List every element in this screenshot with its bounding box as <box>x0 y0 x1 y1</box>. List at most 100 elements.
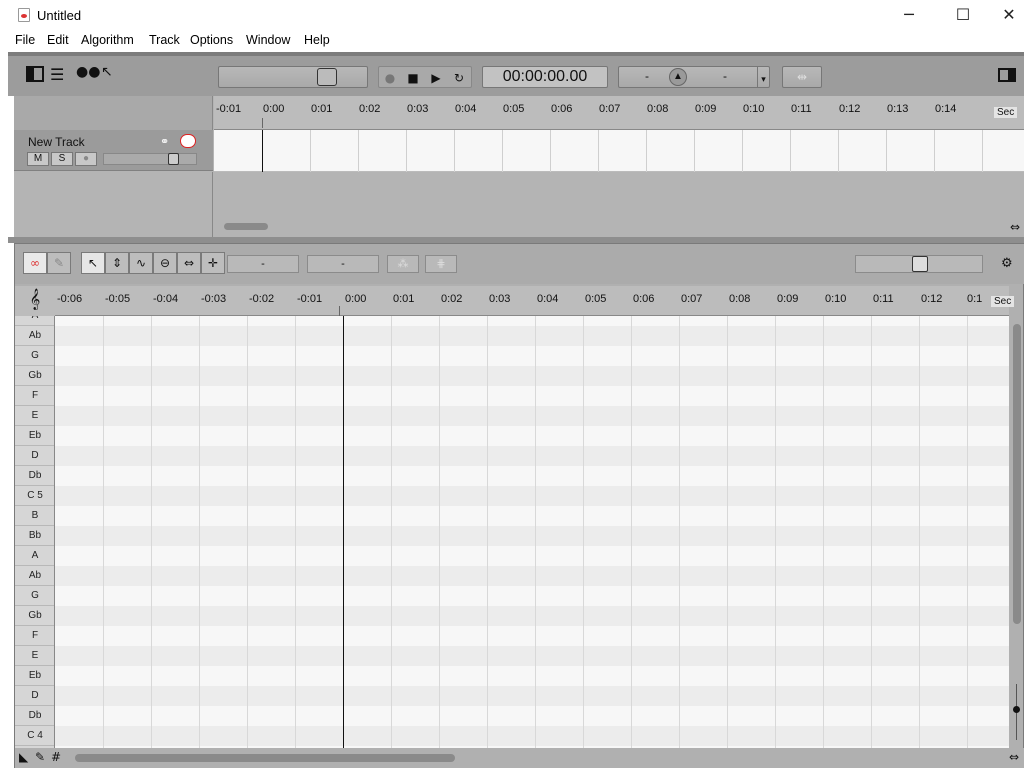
pitch-control[interactable]: - ▲ - ▾ <box>618 66 770 88</box>
editor-horizontal-scrollbar[interactable] <box>75 754 455 762</box>
key-label[interactable]: Db <box>15 706 54 726</box>
key-label[interactable]: Gb <box>15 366 54 386</box>
instrument-icon[interactable]: ∞ <box>23 252 47 274</box>
menu-edit[interactable]: Edit <box>47 33 69 47</box>
volume-slider[interactable] <box>218 66 368 88</box>
menu-file[interactable]: File <box>15 33 35 47</box>
track-volume-thumb[interactable] <box>168 153 179 165</box>
key-label[interactable]: C 4 <box>15 726 54 746</box>
track-list-empty-area <box>14 172 213 237</box>
grid-column-line <box>487 316 488 748</box>
grid-line <box>934 130 935 172</box>
editor-field-right[interactable]: - <box>307 255 379 273</box>
vertical-zoom-thumb[interactable] <box>1013 706 1020 713</box>
time-stretch-tool-icon[interactable]: ⇔ <box>177 252 201 274</box>
editor-field-left[interactable]: - <box>227 255 299 273</box>
key-label[interactable]: Bb <box>15 526 54 546</box>
tracks-panel: -0:01 0:00 0:01 0:02 0:03 0:04 0:05 0:06… <box>14 96 1024 237</box>
mixer-icon[interactable]: ☰ <box>50 65 64 84</box>
track-record-arm-button[interactable]: ● <box>75 152 97 166</box>
pointer-tool-icon[interactable]: ↖ <box>81 252 105 274</box>
key-label[interactable]: Ab <box>15 326 54 346</box>
menu-help[interactable]: Help <box>304 33 330 47</box>
menu-algorithm[interactable]: Algorithm <box>81 33 134 47</box>
track-volume-slider[interactable] <box>103 153 197 165</box>
volume-slider-thumb[interactable] <box>317 68 337 86</box>
maximize-button[interactable]: ☐ <box>940 0 986 30</box>
ruler-label: 0:05 <box>503 103 525 115</box>
track-instrument-icon[interactable] <box>180 134 196 148</box>
key-label[interactable]: C 5 <box>15 486 54 506</box>
editor-zoom-thumb[interactable] <box>912 256 928 272</box>
key-label[interactable]: Ab <box>15 566 54 586</box>
key-label[interactable]: B <box>15 506 54 526</box>
formant-tool-icon[interactable]: ⊖ <box>153 252 177 274</box>
note-grid[interactable] <box>55 316 1009 748</box>
vertical-zoom-slider[interactable] <box>1012 684 1022 744</box>
key-label[interactable]: E <box>15 406 54 426</box>
menu-window[interactable]: Window <box>246 33 290 47</box>
key-label[interactable]: Db <box>15 466 54 486</box>
treble-clef-icon[interactable]: 𝄞 <box>15 286 55 316</box>
key-label[interactable]: A <box>15 546 54 566</box>
key-label[interactable]: F <box>15 626 54 646</box>
record-button[interactable]: ● <box>379 69 401 87</box>
stop-button[interactable]: ■ <box>402 69 424 87</box>
key-label[interactable]: Eb <box>15 666 54 686</box>
pencil-mode-icon[interactable]: ✎ <box>35 750 45 764</box>
key-label[interactable]: G <box>15 346 54 366</box>
wrench-icon[interactable]: ✎ <box>47 252 71 274</box>
key-label[interactable]: Gb <box>15 606 54 626</box>
ruler-unit-label[interactable]: Sec <box>994 107 1018 118</box>
minimize-button[interactable]: ─ <box>886 0 932 30</box>
ruler-label: 0:13 <box>887 103 909 115</box>
ruler-label: 0:00 <box>263 103 285 115</box>
editor-zoom-handle-icon[interactable]: ⇔ <box>1009 750 1019 764</box>
key-label[interactable]: G <box>15 586 54 606</box>
menu-track[interactable]: Track <box>149 33 180 47</box>
mute-button[interactable]: M <box>27 152 49 166</box>
track-link-icon[interactable]: ⚭ <box>160 135 169 148</box>
key-label[interactable]: Eb <box>15 426 54 446</box>
amplitude-tool-icon[interactable]: ∿ <box>129 252 153 274</box>
blob-tool-icon[interactable]: ●● <box>76 64 100 80</box>
time-display: 00:00:00.00 <box>482 66 608 88</box>
tracks-horizontal-scrollbar[interactable] <box>224 223 268 230</box>
settings-gear-icon[interactable]: ⚙ <box>1001 256 1013 271</box>
play-button[interactable]: ▶ <box>425 69 447 87</box>
ruler-label: 0:06 <box>551 103 573 115</box>
top-time-ruler[interactable]: -0:01 0:00 0:01 0:02 0:03 0:04 0:05 0:06… <box>214 96 1024 130</box>
pitch-dropdown-icon[interactable]: ▾ <box>757 67 769 87</box>
pitch-tool-icon[interactable]: ⇕ <box>105 252 129 274</box>
menu-options[interactable]: Options <box>190 33 233 47</box>
grid-mode-icon[interactable]: # <box>51 750 61 764</box>
key-label[interactable]: F <box>15 386 54 406</box>
track-header-row[interactable]: New Track ⚭ M S ● <box>14 130 213 171</box>
editor-time-ruler[interactable]: -0:06 -0:05 -0:04 -0:03 -0:02 -0:01 0:00… <box>55 286 1009 316</box>
split-tool-icon[interactable]: ✛ <box>201 252 225 274</box>
editor-ruler-label: -0:02 <box>249 293 275 305</box>
key-label[interactable]: A <box>15 316 54 326</box>
editor-ruler-label: 0:1 <box>967 293 983 305</box>
editor-ruler-label: -0:03 <box>201 293 227 305</box>
panel-toggle-icon[interactable] <box>26 66 44 82</box>
key-label[interactable]: D <box>15 686 54 706</box>
editor-vertical-scrollbar[interactable] <box>1013 324 1021 624</box>
editor-zoom-slider[interactable] <box>855 255 983 273</box>
loop-button[interactable]: ↻ <box>448 69 470 87</box>
editor-ruler-unit[interactable]: Sec <box>991 296 1015 307</box>
zoom-handle-icon[interactable]: ⇔ <box>1010 220 1020 234</box>
pointer-mode-icon[interactable]: ◣ <box>19 750 28 764</box>
quantize-icon: ⁂ <box>387 255 419 273</box>
key-label[interactable]: D <box>15 446 54 466</box>
editor-ruler-label: 0:01 <box>393 293 415 305</box>
pitch-knob-icon[interactable]: ▲ <box>669 68 687 86</box>
track-lane[interactable] <box>214 130 1024 172</box>
editor-ruler-label: -0:01 <box>297 293 323 305</box>
close-button[interactable]: ✕ <box>986 0 1024 30</box>
right-panel-toggle-icon[interactable] <box>998 68 1016 82</box>
solo-button[interactable]: S <box>51 152 73 166</box>
key-label[interactable]: E <box>15 646 54 666</box>
editor-ruler-label: 0:12 <box>921 293 943 305</box>
track-name[interactable]: New Track <box>28 135 85 149</box>
